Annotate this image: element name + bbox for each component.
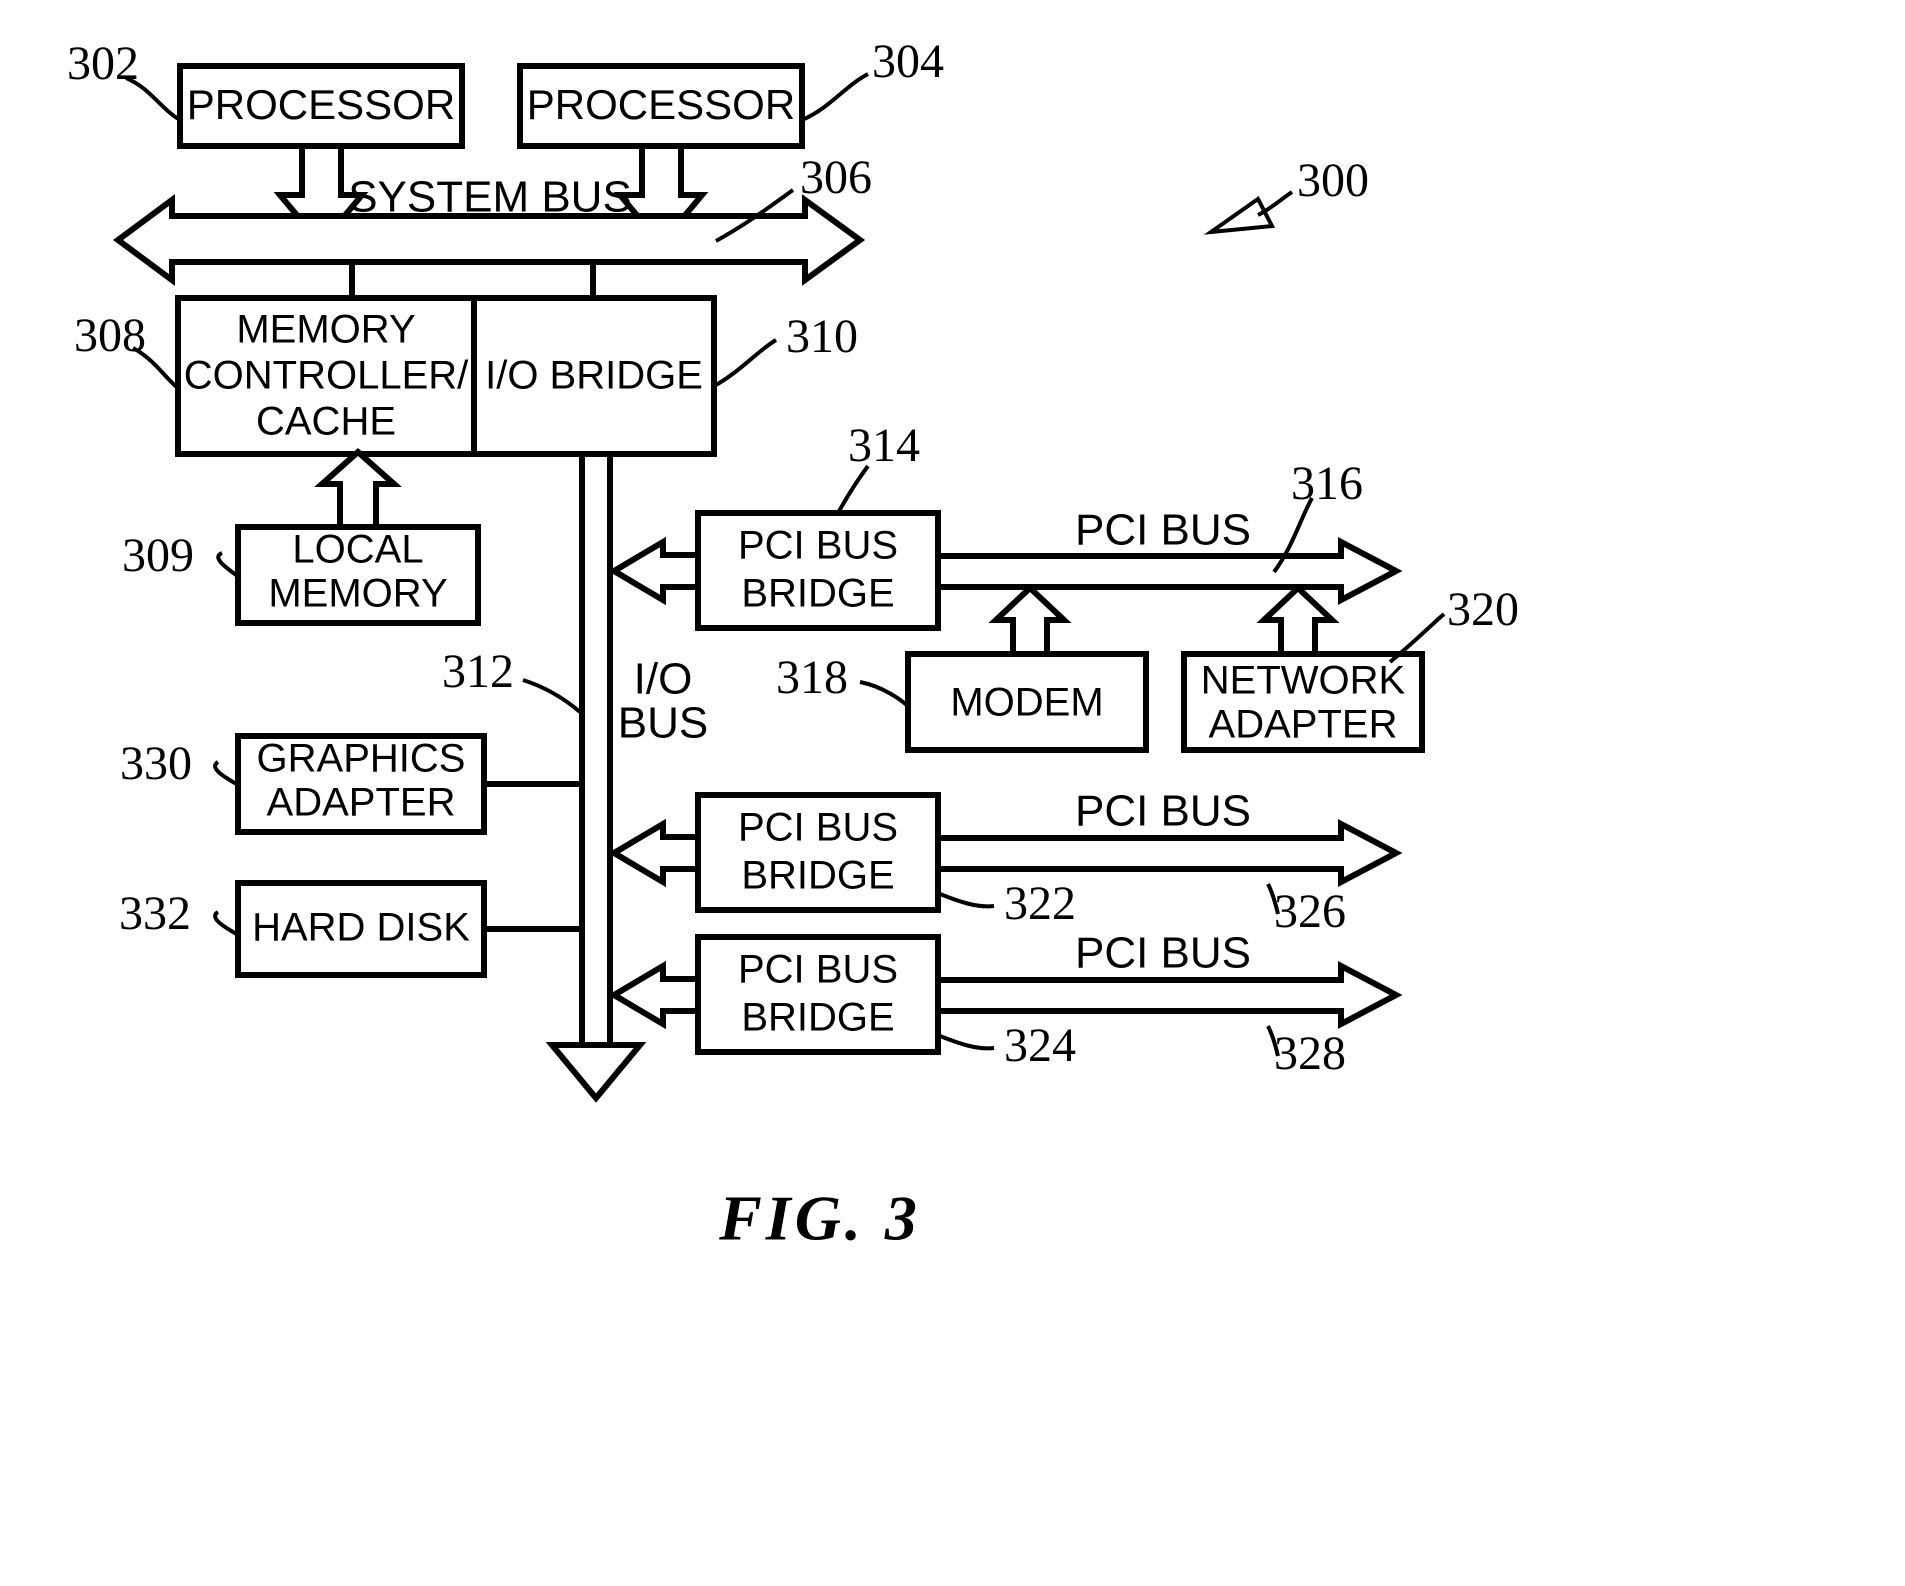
pci-bus-1-label: PCI BUS	[1075, 506, 1251, 555]
ref-302-leader: 302	[67, 37, 182, 122]
pci-bus-bridge-1-block: PCI BUS BRIDGE	[695, 510, 941, 631]
hard-disk-label: HARD DISK	[252, 906, 470, 950]
ref-309-number: 309	[122, 529, 194, 582]
pci-bus-2: PCI BUS	[935, 787, 1403, 887]
ref-310-leader: 310	[713, 310, 858, 388]
local-memory-block: LOCAL MEMORY	[235, 524, 481, 626]
ref-316-number: 316	[1291, 457, 1363, 510]
local-memory-to-memctrl-arrow	[314, 447, 402, 530]
ref-312-number: 312	[442, 645, 514, 698]
memory-controller-line-2: CONTROLLER/	[184, 354, 469, 398]
processor-2-block: PROCESSOR	[517, 63, 805, 149]
ref-320-number: 320	[1447, 583, 1519, 636]
system-bus: SYSTEM BUS	[112, 173, 866, 286]
block-diagram-canvas: PROCESSOR 302 PROCESSOR 304 SYSTEM BUS 3…	[67, 35, 1519, 1254]
network-adapter-line-1: NETWORK	[1201, 659, 1406, 703]
pci-bus-bridge-2-line-1: PCI BUS	[738, 806, 898, 850]
pci-bridge-2-to-iobus-arrow	[608, 818, 701, 888]
ref-312-leader: 312	[442, 645, 582, 714]
network-adapter-block: NETWORK ADAPTER	[1181, 651, 1425, 753]
ref-326-number: 326	[1274, 885, 1346, 938]
ref-314-leader: 314	[836, 419, 920, 514]
local-memory-line-1: LOCAL	[292, 528, 423, 572]
ref-308-number: 308	[74, 309, 146, 362]
ref-306-number: 306	[800, 151, 872, 204]
modem-label: MODEM	[950, 681, 1103, 725]
pci-bus-bridge-2-block: PCI BUS BRIDGE	[695, 792, 941, 913]
processor-1-label: PROCESSOR	[187, 81, 455, 128]
ref-324-leader: 324	[939, 1019, 1076, 1072]
pci-bus-2-label: PCI BUS	[1075, 787, 1251, 836]
ref-309-leader: 309	[122, 529, 242, 582]
processor-2-label: PROCESSOR	[527, 81, 795, 128]
system-300-pointer: 300	[1203, 154, 1369, 235]
pci-bus-bridge-2-line-2: BRIDGE	[741, 854, 894, 898]
local-memory-line-2: MEMORY	[268, 572, 447, 616]
ref-310-number: 310	[786, 310, 858, 363]
ref-320-leader: 320	[1388, 583, 1519, 664]
ref-314-number: 314	[848, 419, 920, 472]
pci-bus-1: PCI BUS	[935, 506, 1403, 605]
system-bus-label: SYSTEM BUS	[348, 173, 632, 222]
pci-bus-bridge-3-line-2: BRIDGE	[741, 996, 894, 1040]
graphics-adapter-line-1: GRAPHICS	[257, 737, 466, 781]
ref-330-number: 330	[120, 737, 192, 790]
network-adapter-line-2: ADAPTER	[1209, 703, 1398, 747]
memory-controller-line-3: CACHE	[256, 400, 396, 444]
modem-to-pcibus-arrow	[988, 583, 1072, 657]
pci-bus-3-label: PCI BUS	[1075, 929, 1251, 978]
pci-bus-3: PCI BUS	[935, 929, 1403, 1029]
ref-328-number: 328	[1274, 1027, 1346, 1080]
pci-bridge-1-to-iobus-arrow	[608, 536, 701, 606]
ref-328-leader: 328	[1266, 1025, 1346, 1080]
memory-controller-line-1: MEMORY	[236, 308, 415, 352]
io-bus-label-line-1: I/O	[634, 655, 693, 704]
patent-figure-3: PROCESSOR 302 PROCESSOR 304 SYSTEM BUS 3…	[0, 0, 1905, 1586]
pci-bridge-3-to-iobus-arrow	[608, 960, 701, 1030]
io-bridge-block: I/O BRIDGE	[471, 295, 717, 457]
modem-block: MODEM	[905, 651, 1149, 753]
graphics-adapter-line-2: ADAPTER	[267, 781, 456, 825]
ref-330-leader: 330	[120, 737, 241, 790]
pci-bus-bridge-3-line-1: PCI BUS	[738, 948, 898, 992]
ref-322-leader: 322	[939, 877, 1076, 930]
io-bridge-label: I/O BRIDGE	[485, 354, 703, 398]
memory-controller-cache-block: MEMORY CONTROLLER/ CACHE	[175, 295, 477, 457]
ref-318-leader: 318	[776, 651, 910, 708]
io-bus-label-line-2: BUS	[618, 699, 708, 748]
ref-322-number: 322	[1004, 877, 1076, 930]
pci-bus-bridge-1-line-2: BRIDGE	[741, 572, 894, 616]
ref-308-leader: 308	[74, 309, 182, 392]
ref-300-number: 300	[1297, 154, 1369, 207]
processor-1-block: PROCESSOR	[177, 63, 465, 149]
pci-bus-bridge-1-line-1: PCI BUS	[738, 524, 898, 568]
ref-332-leader: 332	[119, 887, 241, 940]
figure-caption: FIG. 3	[718, 1183, 921, 1254]
hard-disk-block: HARD DISK	[235, 880, 487, 978]
ref-302-number: 302	[67, 37, 139, 90]
ref-304-leader: 304	[801, 35, 944, 122]
ref-318-number: 318	[776, 651, 848, 704]
network-adapter-to-pcibus-arrow	[1256, 583, 1340, 657]
ref-324-number: 324	[1004, 1019, 1076, 1072]
graphics-adapter-block: GRAPHICS ADAPTER	[235, 733, 487, 835]
ref-332-number: 332	[119, 887, 191, 940]
ref-304-number: 304	[872, 35, 944, 88]
pci-bus-bridge-3-block: PCI BUS BRIDGE	[695, 934, 941, 1055]
ref-326-leader: 326	[1266, 883, 1346, 938]
